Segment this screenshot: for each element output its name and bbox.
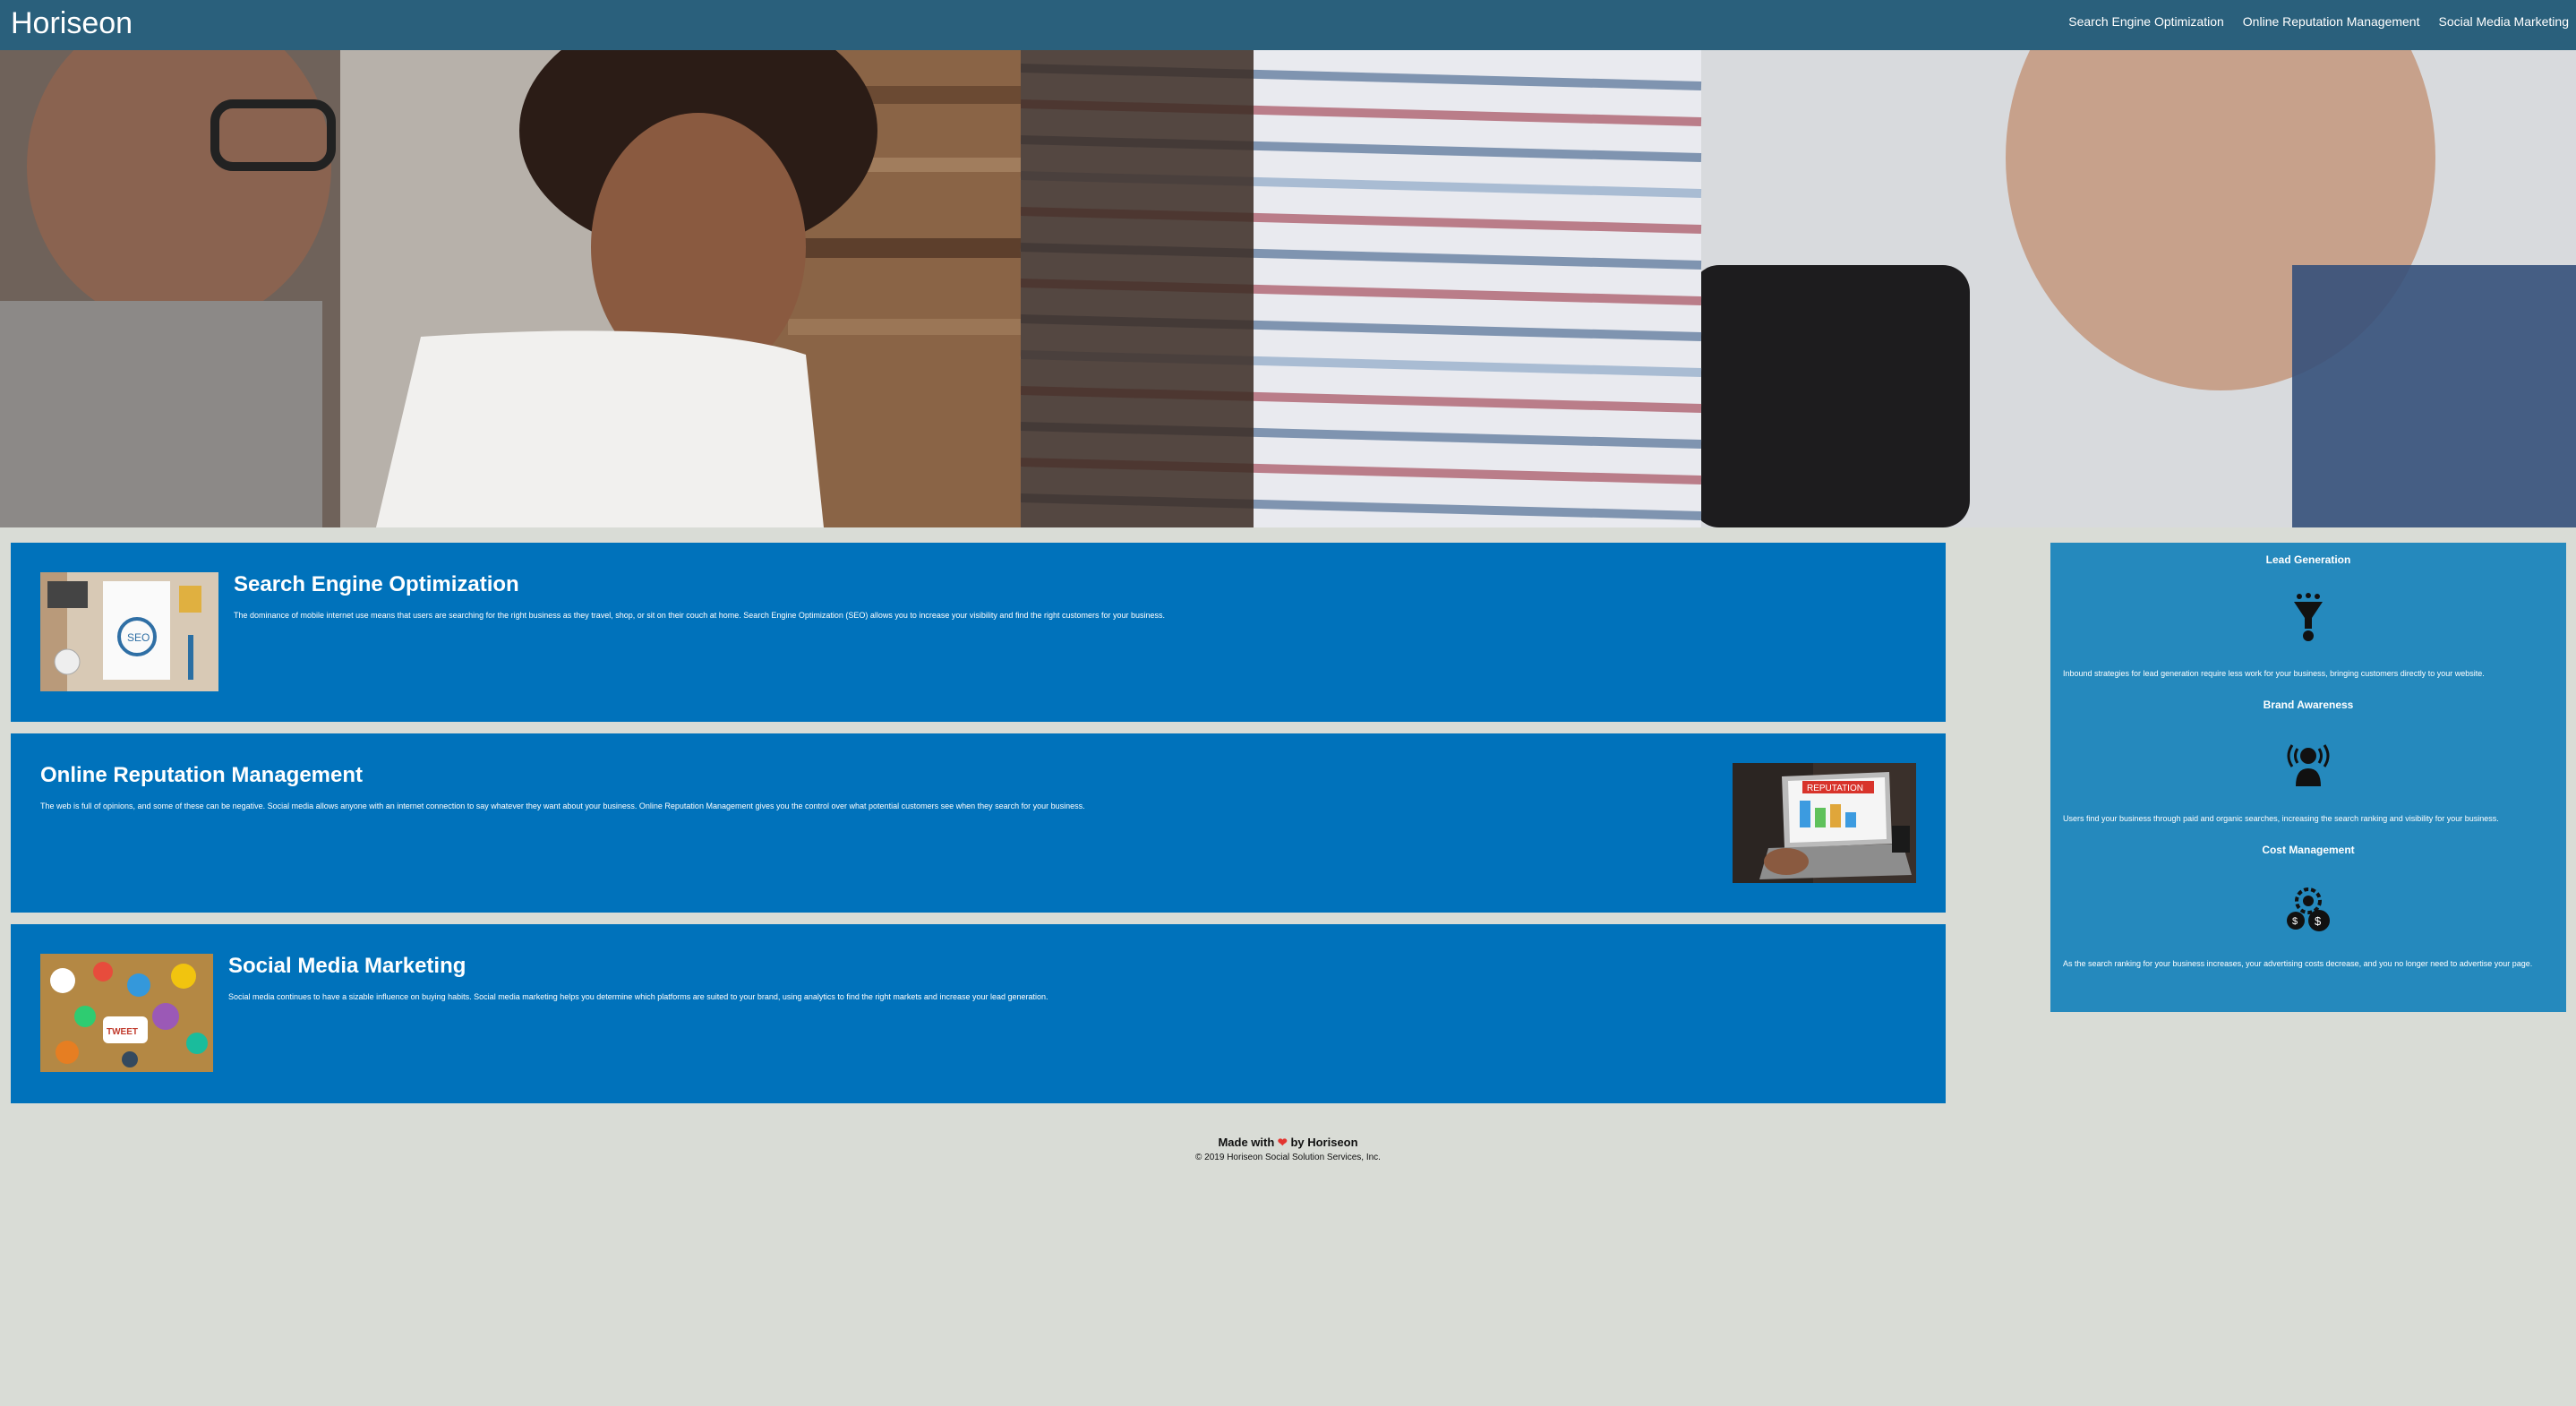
heart-icon: ❤	[1277, 1136, 1288, 1149]
seo-image-text: SEO	[127, 631, 150, 644]
main-nav: Search Engine Optimization Online Reputa…	[2068, 13, 2569, 30]
benefits-sidebar: Lead Generation Inbound strategies for l…	[2050, 543, 2566, 1012]
social-image-text: TWEET	[107, 1027, 138, 1037]
benefit-lead-title: Lead Generation	[2265, 553, 2351, 566]
reputation-image: REPUTATION	[1733, 763, 1916, 883]
nav-link-social[interactable]: Social Media Marketing	[2438, 13, 2569, 30]
benefit-cost-title: Cost Management	[2262, 844, 2355, 856]
footer-copyright: © 2019 Horiseon Social Solution Services…	[1195, 1153, 1381, 1162]
card-reputation-title: Online Reputation Management	[40, 763, 364, 787]
nav-link-seo[interactable]: Search Engine Optimization	[2068, 13, 2224, 30]
footer-made-with: Made with ❤ by Horiseon	[0, 1136, 2576, 1150]
lead-generation-icon	[2281, 591, 2335, 645]
benefit-cost-text: As the search ranking for your business …	[2063, 959, 2533, 968]
nav-link-reputation[interactable]: Online Reputation Management	[2243, 13, 2420, 30]
card-social-title: Social Media Marketing	[228, 954, 466, 978]
footer-made-suffix: by Horiseon	[1290, 1136, 1358, 1149]
benefit-lead-text: Inbound strategies for lead generation r…	[2063, 669, 2485, 678]
seo-image: SEO	[40, 572, 218, 691]
footer-made-prefix: Made with	[1218, 1136, 1275, 1149]
reputation-image-text: REPUTATION	[1807, 784, 1863, 793]
benefit-brand-title: Brand Awareness	[2263, 699, 2354, 711]
card-social-text: Social media continues to have a sizable…	[228, 992, 1048, 1001]
card-seo-text: The dominance of mobile internet use mea…	[234, 611, 1166, 620]
svg-text:$: $	[2292, 916, 2298, 927]
social-image: TWEET	[40, 954, 213, 1072]
hero-image	[0, 50, 2576, 527]
site-logo[interactable]: Horiseon	[11, 5, 133, 41]
cost-management-icon: $ $	[2281, 881, 2335, 935]
svg-text:$: $	[2315, 914, 2322, 928]
hero-photo-illustration	[0, 50, 2576, 527]
site-header: Horiseon Search Engine Optimization Onli…	[0, 0, 2576, 50]
card-seo: SEO Search Engine Optimization The domin…	[11, 543, 1946, 722]
brand-awareness-icon	[2281, 736, 2335, 790]
card-social: TWEET Social Media Marketing Social medi…	[11, 924, 1946, 1103]
card-reputation-text: The web is full of opinions, and some of…	[40, 802, 1085, 810]
card-seo-title: Search Engine Optimization	[234, 572, 519, 596]
benefit-brand-text: Users find your business through paid an…	[2063, 814, 2499, 823]
card-reputation: Online Reputation Management The web is …	[11, 733, 1946, 913]
